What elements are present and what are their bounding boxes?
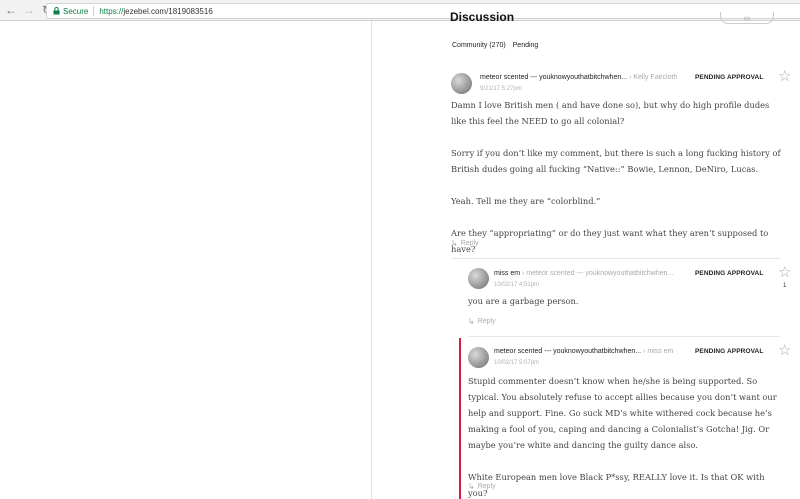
browser-toolbar: ← → ↻ Secure https:// jezebel.com/181908… [0,0,800,21]
tab-pending[interactable]: Pending [513,42,539,49]
timestamp[interactable]: 9/21/17 5:27pm [480,86,522,92]
author-name[interactable]: meteor scented --- youknowyouthatbitchwh… [494,348,641,355]
comment-header: meteor scented --- youknowyouthatbitchwh… [494,348,673,355]
reply-label: Reply [477,483,496,490]
lock-icon [51,6,61,16]
reply-button[interactable]: ↳ Reply [468,317,496,326]
timestamp[interactable]: 10/02/17 4:51pm [494,282,539,288]
discussion-title: Discussion [450,10,515,24]
star-icon[interactable]: ☆ [778,343,791,358]
url-host: jezebel.com/1819083516 [123,6,213,16]
comment-paragraph: Are they “appropriating” or do they just… [451,228,769,254]
comment-paragraph: Sorry if you don’t like my comment, but … [451,148,781,174]
reply-button[interactable]: ↳ Reply [451,239,479,248]
comment-paragraph: you are a garbage person. [468,296,579,306]
comment-paragraph: Yeah. Tell me they are “colorblind.” [451,196,601,206]
comment-body: Stupid commenter doesn’t know when he/sh… [468,373,780,499]
pending-approval-badge: PENDING APPROVAL [695,74,764,81]
comment-paragraph: Stupid commenter doesn’t know when he/sh… [468,376,777,450]
avatar[interactable] [468,268,489,289]
avatar[interactable] [451,73,472,94]
star-icon[interactable]: ☆ [778,69,791,84]
pending-indicator-bar [459,338,461,499]
secure-label: Secure [63,6,89,16]
reply-button[interactable]: ↳ Reply [468,482,496,491]
comment-header: meteor scented --- youknowyouthatbitchwh… [480,74,677,81]
discussion-tabs: Community (270) Pending [452,42,543,49]
pending-approval-badge: PENDING APPROVAL [695,270,764,277]
tab-community[interactable]: Community (270) [452,42,506,49]
reply-label: Reply [460,240,479,247]
discussion-options-button[interactable]: ▭ [720,12,774,24]
back-arrow-icon[interactable]: ← [4,3,18,17]
reply-to-name[interactable]: meteor scented --- youknowyouthatbitchwh… [526,270,673,277]
star-count: 1 [783,283,787,289]
comment-header: miss em › meteor scented --- youknowyout… [494,270,673,277]
author-name[interactable]: meteor scented --- youknowyouthatbitchwh… [480,74,627,81]
reply-icon: ↳ [451,239,458,248]
separator [93,6,95,16]
pending-approval-badge: PENDING APPROVAL [695,348,764,355]
reply-icon: ↳ [468,482,475,491]
timestamp[interactable]: 10/02/17 5:07pm [494,360,539,366]
url-protocol: https:// [99,6,124,16]
comment-body: Damn I love British men ( and have done … [451,97,781,257]
comment-paragraph: Damn I love British men ( and have done … [451,100,770,126]
reply-to-name[interactable]: Kelly Faircloth [633,74,677,81]
article-pane [0,21,372,499]
reply-label: Reply [477,318,496,325]
divider [451,258,781,259]
address-bar[interactable]: Secure https:// jezebel.com/1819083516 [46,3,800,19]
reply-to-name[interactable]: miss em [647,348,673,355]
chat-icon: ▭ [743,14,751,22]
forward-arrow-icon[interactable]: → [22,3,36,17]
reply-icon: ↳ [468,317,475,326]
star-icon[interactable]: ☆ [778,265,791,280]
comment-body: you are a garbage person. [468,293,778,309]
comment-paragraph: White European men love Black P*ssy, REA… [468,472,765,498]
author-name[interactable]: miss em [494,270,520,277]
divider [468,336,780,337]
avatar[interactable] [468,347,489,368]
